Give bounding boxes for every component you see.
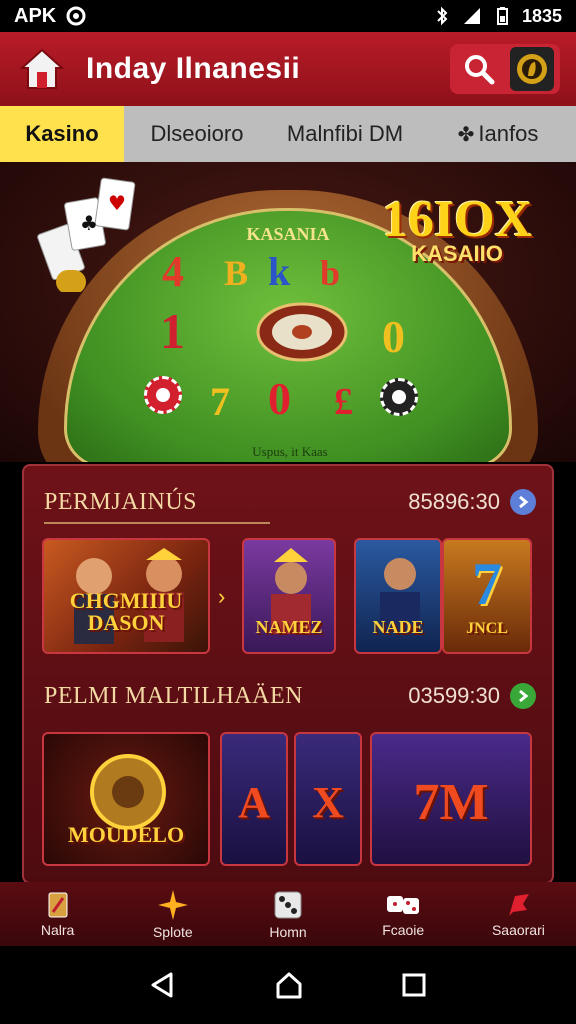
game-title: MOUDELO	[67, 822, 185, 847]
game-title: A	[238, 778, 270, 827]
section-header: PELMI MALTILHAÄEN 03599:30	[44, 676, 536, 716]
game-title: X	[312, 778, 344, 827]
table-footer: Uspus, it Kaas	[252, 444, 328, 459]
sparkle-icon	[157, 890, 188, 920]
game-title: NAMEZ	[255, 617, 323, 637]
home-icon[interactable]	[274, 970, 304, 1000]
game-card[interactable]: NAMEZ	[242, 538, 336, 654]
game-card[interactable]: MOUDELO	[42, 732, 210, 866]
recents-icon[interactable]	[401, 972, 427, 998]
felt-number: k	[268, 249, 291, 294]
card-icon	[48, 892, 68, 918]
battery-icon	[496, 7, 508, 25]
home-button[interactable]	[16, 43, 68, 95]
nav-item-nalra[interactable]: Nalra	[0, 882, 115, 946]
back-icon[interactable]	[149, 971, 177, 999]
felt-number: 4	[162, 247, 184, 296]
game-title: 7M	[413, 774, 489, 831]
tab-dlseoioro[interactable]: Dlseoioro	[124, 106, 270, 162]
app-header: Inday Ilnanesii	[0, 32, 576, 106]
nav-item-fcaoie[interactable]: Fcaoie	[346, 882, 461, 946]
vpn-icon	[66, 6, 86, 26]
game-title: CHGMIIIU DASON	[69, 588, 183, 635]
app-title: Inday Ilnanesii	[86, 52, 301, 85]
bluetooth-icon	[437, 6, 448, 26]
game-card[interactable]: NADE	[354, 538, 442, 654]
section-underline	[44, 522, 270, 524]
nav-item-saaorari[interactable]: Saaorari	[461, 882, 576, 946]
felt-number: 0	[268, 373, 291, 424]
table-title: KASANIA	[246, 224, 330, 244]
felt-number: B	[224, 253, 249, 293]
section-header: PERMJAINÚS 85896:30	[44, 482, 536, 522]
nav-item-splote[interactable]: Splote	[115, 882, 230, 946]
tab-malnfibi[interactable]: Malnfibi DM	[270, 106, 420, 162]
chip-tab-icon: ✤	[457, 123, 475, 146]
playing-cards-icon: ♣ ♥	[37, 177, 136, 292]
dice-icon	[274, 891, 302, 919]
felt-number: 0	[382, 311, 405, 362]
tab-ianfos-label: Ianfos	[478, 121, 539, 146]
chevron-right-icon	[519, 495, 529, 509]
game-title: NADE	[372, 617, 424, 637]
svg-text:♣: ♣	[80, 211, 98, 235]
section-title: PERMJAINÚS	[44, 488, 198, 515]
seven-icon: 7	[472, 551, 502, 617]
house-icon	[19, 48, 65, 89]
nav-label: Homn	[269, 924, 307, 940]
game-card[interactable]: CHGMIIIU DASON	[42, 538, 210, 654]
section-more-button[interactable]	[510, 489, 536, 515]
profile-avatar[interactable]	[510, 47, 554, 91]
svg-text:♥: ♥	[108, 191, 126, 215]
tab-ianfos[interactable]: ✤ Ianfos	[420, 106, 576, 162]
game-card[interactable]: 7M	[370, 732, 532, 866]
section-title: PELMI MALTILHAÄEN	[44, 682, 303, 709]
section-count: 85896:30	[408, 489, 500, 514]
section-more-button[interactable]	[510, 683, 536, 709]
signal-icon	[463, 8, 480, 24]
game-title: JNCL	[466, 620, 508, 637]
section-count: 03599:30	[408, 683, 500, 708]
scroll-hint-icon: ›	[218, 584, 226, 609]
search-icon[interactable]	[462, 52, 496, 86]
system-nav-bar	[0, 946, 576, 1024]
nav-label: Fcaoie	[382, 922, 425, 938]
hero-promo-badge: 16IOX KASAIIO	[382, 190, 532, 290]
felt-number: 1	[160, 303, 185, 359]
games-panel: PERMJAINÚS 85896:30 CHGMIIIU DASON › NAM…	[22, 464, 554, 884]
chevron-right-icon	[519, 689, 529, 703]
clock: 1835	[521, 5, 562, 26]
status-bar: APK 1835	[0, 0, 576, 32]
nav-label: Saaorari	[491, 922, 545, 938]
felt-number: 7	[210, 379, 230, 424]
nav-label: Nalra	[40, 922, 75, 938]
casino-chip-icon	[380, 378, 418, 416]
nav-label: Splote	[152, 924, 193, 940]
dice-pair-icon	[387, 896, 420, 914]
nav-item-homn[interactable]: Homn	[230, 882, 345, 946]
felt-number: £	[334, 381, 353, 423]
coin-icon	[517, 54, 547, 84]
casino-chip-icon	[144, 376, 182, 414]
bottom-nav: Nalra Splote Homn Fcaoie Saaorari	[0, 882, 576, 946]
felt-number: b	[320, 253, 341, 293]
carrier-label: APK	[14, 4, 57, 27]
header-actions	[450, 44, 560, 94]
game-card[interactable]: X	[294, 732, 362, 866]
category-tabs: Kasino Dlseoioro Malnfibi DM ✤ Ianfos	[0, 106, 576, 162]
tab-kasino[interactable]: Kasino	[0, 106, 124, 162]
hero-banner[interactable]: ♣ ♥ KASANIA 4 B k b 1 0 7 0 £ Uspus, it …	[0, 162, 576, 462]
game-card[interactable]: 7 JNCL	[442, 538, 532, 654]
flag-icon	[509, 894, 530, 916]
roulette-icon	[256, 302, 348, 362]
game-card[interactable]: A	[220, 732, 288, 866]
